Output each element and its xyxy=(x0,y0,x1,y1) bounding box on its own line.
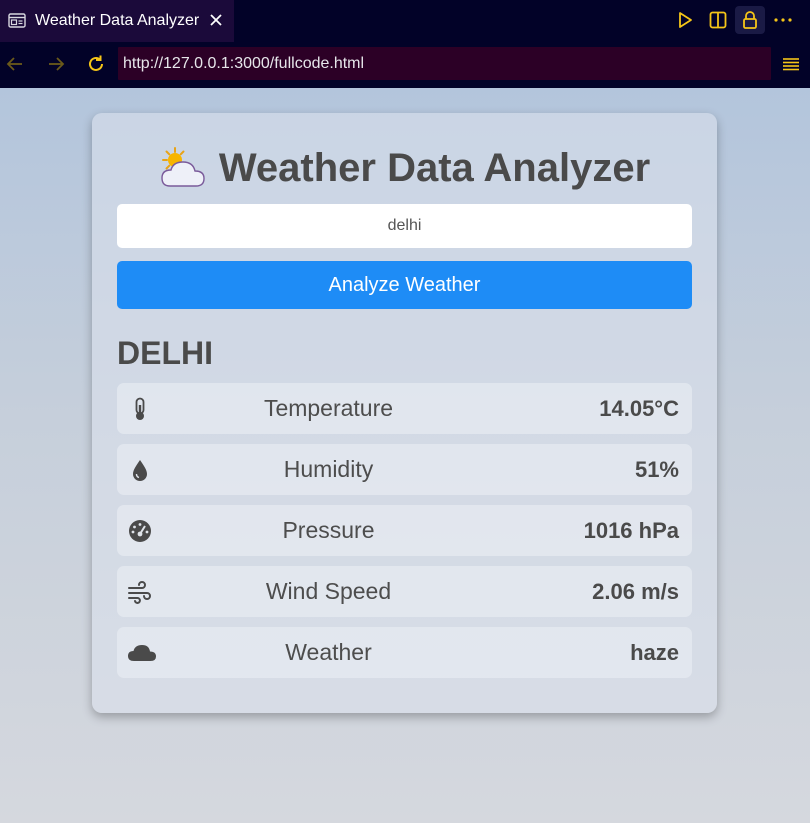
weather-details-list: Temperature 14.05°C Humidity 51% Pressur… xyxy=(117,383,692,688)
page-title: Weather Data Analyzer xyxy=(218,145,651,190)
split-view-icon[interactable] xyxy=(708,10,728,30)
hamburger-menu-icon[interactable] xyxy=(781,55,801,73)
row-label: Humidity xyxy=(283,456,374,482)
url-field[interactable]: http://127.0.0.1:3000/fullcode.html xyxy=(118,47,771,80)
page-viewport: Weather Data Analyzer Analyze Weather DE… xyxy=(0,88,810,823)
lock-button[interactable] xyxy=(735,6,765,34)
more-icon[interactable] xyxy=(773,10,793,30)
droplet-icon xyxy=(133,460,147,481)
close-icon[interactable] xyxy=(208,12,224,28)
row-value: 51% xyxy=(634,457,679,482)
forward-arrow-icon[interactable] xyxy=(46,54,66,74)
webpage-icon xyxy=(8,13,26,28)
sun-behind-cloud-icon xyxy=(161,147,205,187)
row-value: 2.06 m/s xyxy=(592,579,679,604)
weather-row-humidity: Humidity 51% xyxy=(117,444,692,495)
analyze-weather-button[interactable]: Analyze Weather xyxy=(117,261,692,309)
weather-row-wind-speed: Wind Speed 2.06 m/s xyxy=(117,566,692,617)
row-label: Wind Speed xyxy=(265,578,392,604)
tab-title: Weather Data Analyzer xyxy=(35,12,200,29)
back-arrow-icon[interactable] xyxy=(5,54,25,74)
weather-row-temperature: Temperature 14.05°C xyxy=(117,383,692,434)
browser-tab-bar: Weather Data Analyzer xyxy=(0,0,810,42)
url-text: http://127.0.0.1:3000/fullcode.html xyxy=(123,55,365,72)
title-row: Weather Data Analyzer xyxy=(92,143,717,193)
play-icon[interactable] xyxy=(675,10,695,30)
row-value: haze xyxy=(630,640,679,665)
row-label: Weather xyxy=(285,639,372,665)
weather-row-condition: Weather haze xyxy=(117,627,692,678)
row-label: Pressure xyxy=(282,517,375,543)
reload-icon[interactable] xyxy=(86,54,106,74)
weather-card: Weather Data Analyzer Analyze Weather DE… xyxy=(92,113,717,713)
gauge-icon xyxy=(129,520,151,542)
row-value: 14.05°C xyxy=(599,396,679,421)
wind-icon xyxy=(128,581,151,604)
city-name: DELHI xyxy=(117,335,213,371)
thermometer-icon xyxy=(135,397,145,420)
city-search-input[interactable] xyxy=(117,204,692,248)
browser-tab[interactable]: Weather Data Analyzer xyxy=(0,0,234,42)
weather-row-pressure: Pressure 1016 hPa xyxy=(117,505,692,556)
row-label: Temperature xyxy=(263,395,394,421)
lock-icon xyxy=(743,11,757,29)
address-bar: http://127.0.0.1:3000/fullcode.html xyxy=(0,42,810,88)
row-value: 1016 hPa xyxy=(583,518,679,543)
